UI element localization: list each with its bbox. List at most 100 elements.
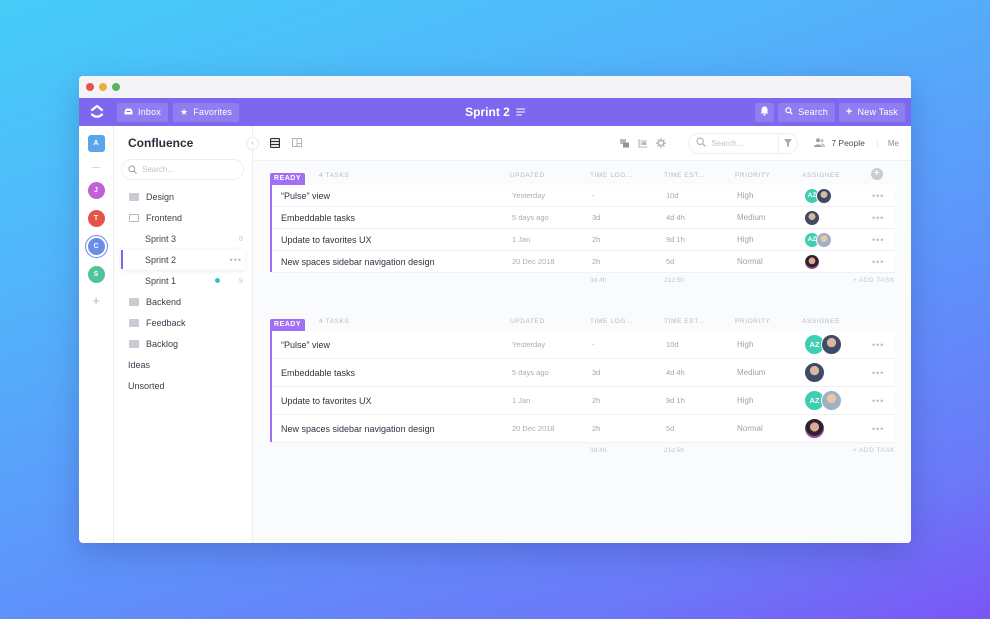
task-search-input[interactable] [711,138,774,148]
favorites-button[interactable]: ★ Favorites [173,102,240,122]
sidebar-search-input[interactable] [142,165,232,174]
add-workspace-button[interactable]: + [92,294,100,307]
column-header-updated[interactable]: UPDATED [510,172,545,179]
task-name[interactable]: New spaces sidebar navigation design [281,424,435,434]
column-header-priority[interactable]: PRIORITY [735,172,771,179]
table-row[interactable]: New spaces sidebar navigation design 20 … [272,415,895,442]
column-header-time-estimated[interactable]: TIME EST... [664,172,705,179]
column-header-assignee[interactable]: ASSIGNEE [802,172,840,179]
task-priority[interactable]: High [737,396,753,405]
columns-icon[interactable] [638,138,648,148]
task-search[interactable] [688,132,799,154]
task-time-estimated[interactable]: 4d 4h [666,213,685,222]
task-time-estimated[interactable]: 5d [666,424,674,433]
task-time-logged[interactable]: 2h [592,257,600,266]
task-time-estimated[interactable]: 5d [666,257,674,266]
sidebar-item-ideas[interactable]: Ideas [121,354,244,375]
task-assignees[interactable] [804,418,825,439]
more-options-icon[interactable]: ••• [230,255,242,265]
task-assignees[interactable]: AZ [804,187,832,204]
workspace-avatar-s[interactable]: S [87,266,105,283]
column-header-assignee[interactable]: ASSIGNEE [802,318,840,325]
workspace-avatar-j[interactable]: J [87,182,105,199]
column-header-priority[interactable]: PRIORITY [735,318,771,325]
sidebar-item-design[interactable]: Design [121,186,244,207]
task-time-estimated[interactable]: 10d [666,340,679,349]
add-task-button[interactable]: + ADD TASK [853,447,895,454]
task-more-options-icon[interactable]: ••• [872,368,884,378]
task-priority[interactable]: High [737,191,753,200]
minimize-window-button[interactable] [99,83,107,91]
column-header-time-logged[interactable]: TIME LOG... [590,318,633,325]
task-assignees[interactable] [804,253,820,270]
board-view-icon[interactable] [292,138,302,148]
table-row[interactable]: Update to favorites UX 1 Jan 2h 9d 1h Hi… [272,229,895,250]
sidebar-item-unsorted[interactable]: Unsorted [121,375,244,396]
task-time-estimated[interactable]: 4d 4h [666,368,685,377]
search-button[interactable]: Search [778,102,835,122]
task-time-estimated[interactable]: 10d [666,191,679,200]
task-time-logged[interactable]: 3d [592,368,600,377]
task-assignees[interactable]: AZ [804,334,842,355]
task-priority[interactable]: Normal [737,257,763,266]
task-priority[interactable]: Medium [737,213,765,222]
notifications-button[interactable] [755,102,775,122]
table-row[interactable]: “Pulse” view Yesterday - 10d High AZ ••• [272,185,895,206]
status-badge[interactable]: READY [270,318,306,331]
task-more-options-icon[interactable]: ••• [872,191,884,201]
maximize-window-button[interactable] [112,83,120,91]
task-more-options-icon[interactable]: ••• [872,257,884,267]
task-time-logged[interactable]: - [592,191,595,200]
sidebar-search[interactable] [121,159,244,180]
sidebar-item-backend[interactable]: Backend [121,291,244,312]
sidebar-item-sprint-3[interactable]: Sprint 3 8 [121,228,244,249]
workspace-avatar-a[interactable]: A [87,135,105,152]
task-time-logged[interactable]: 2h [592,235,600,244]
task-priority[interactable]: Medium [737,368,765,377]
inbox-button[interactable]: Inbox [117,102,169,122]
task-priority[interactable]: High [737,235,753,244]
task-assignees[interactable]: AZ [804,231,832,248]
sidebar-item-frontend[interactable]: Frontend [121,207,244,228]
list-view-icon[interactable] [270,138,280,148]
table-row[interactable]: Update to favorites UX 1 Jan 2h 9d 1h Hi… [272,387,895,414]
me-filter-button[interactable]: Me [876,138,899,148]
collapse-sidebar-button[interactable]: ‹ [246,137,259,150]
settings-gear-icon[interactable] [656,138,667,148]
people-button[interactable]: 7 People [814,137,865,149]
sidebar-item-backlog[interactable]: Backlog [121,333,244,354]
sidebar-item-sprint-2[interactable]: Sprint 2 ••• [121,249,245,270]
task-assignees[interactable] [804,209,820,226]
add-column-button[interactable]: + [871,168,883,180]
task-more-options-icon[interactable]: ••• [872,424,884,434]
close-window-button[interactable] [86,83,94,91]
task-name[interactable]: Update to favorites UX [281,396,372,406]
subtasks-icon[interactable] [620,138,630,148]
table-row[interactable]: Embeddable tasks 5 days ago 3d 4d 4h Med… [272,207,895,228]
task-time-estimated[interactable]: 9d 1h [666,235,685,244]
list-menu-icon[interactable] [515,105,525,119]
table-row[interactable]: Embeddable tasks 5 days ago 3d 4d 4h Med… [272,359,895,386]
task-name[interactable]: Update to favorites UX [281,235,372,245]
add-task-button[interactable]: + ADD TASK [853,277,895,284]
status-badge[interactable]: READY [270,172,306,185]
task-more-options-icon[interactable]: ••• [872,340,884,350]
sidebar-item-sprint-1[interactable]: Sprint 1 9 [121,270,244,291]
task-name[interactable]: Embeddable tasks [281,213,355,223]
clickup-logo-icon[interactable] [85,100,109,124]
task-name[interactable]: New spaces sidebar navigation design [281,257,435,267]
task-name[interactable]: “Pulse” view [281,191,330,201]
task-assignees[interactable] [804,362,825,383]
task-time-logged[interactable]: 2h [592,424,600,433]
task-time-logged[interactable]: - [592,340,595,349]
column-header-updated[interactable]: UPDATED [510,318,545,325]
task-more-options-icon[interactable]: ••• [872,235,884,245]
task-more-options-icon[interactable]: ••• [872,213,884,223]
filter-icon[interactable] [778,133,797,153]
column-header-time-logged[interactable]: TIME LOG... [590,172,633,179]
task-time-logged[interactable]: 3d [592,213,600,222]
task-name[interactable]: “Pulse” view [281,340,330,350]
task-time-estimated[interactable]: 9d 1h [666,396,685,405]
task-name[interactable]: Embeddable tasks [281,368,355,378]
sidebar-item-feedback[interactable]: Feedback [121,312,244,333]
